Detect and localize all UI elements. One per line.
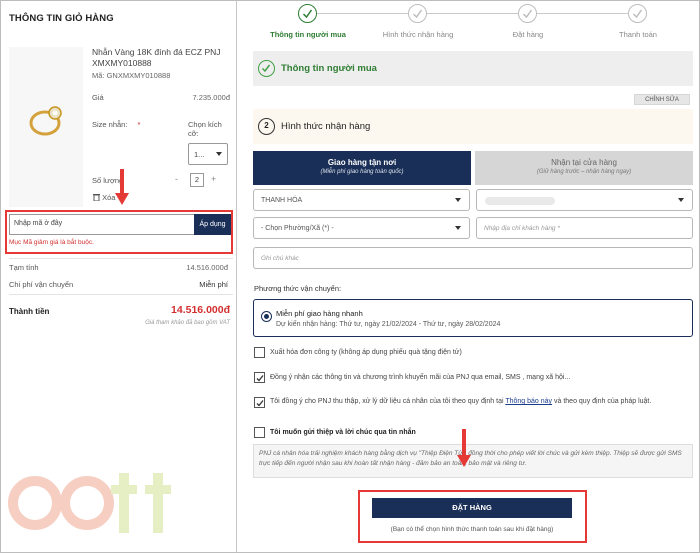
price-value: 7.235.000đ <box>192 93 230 102</box>
divider <box>9 258 233 259</box>
step-connector <box>427 13 528 14</box>
privacy-checkbox[interactable] <box>254 397 265 408</box>
check-icon <box>261 64 271 73</box>
step-1-label[interactable]: Thông tin người mua <box>263 30 353 39</box>
buyer-done-badge <box>258 60 275 77</box>
ward-value: - Chọn Phường/Xã (*) - <box>261 225 334 232</box>
qty-input[interactable]: 2 <box>190 173 204 187</box>
subtotal-value: 14.516.000đ <box>186 263 228 272</box>
coupon-input[interactable]: Nhập mã ở đây <box>9 214 195 235</box>
product-name[interactable]: Nhẫn Vàng 18K đính đá ECZ PNJ XMXMY01088… <box>92 47 232 69</box>
gott-watermark <box>8 473 171 533</box>
size-label-text: Size nhẫn: <box>92 120 128 129</box>
promo-checkbox[interactable] <box>254 372 265 383</box>
price-label: Giá <box>92 93 104 102</box>
product-image[interactable] <box>9 47 83 207</box>
buyer-info-section[interactable]: Thông tin người mua <box>253 51 693 86</box>
delivery-section-title: Hình thức nhận hàng <box>281 121 371 132</box>
coupon-error: Mục Mã giảm giá là bắt buộc. <box>9 239 94 246</box>
ward-select[interactable]: - Chọn Phường/Xã (*) - <box>253 217 470 239</box>
check-icon <box>412 9 423 19</box>
qty-minus-button[interactable]: - <box>175 174 178 184</box>
qty-plus-button[interactable]: + <box>211 174 216 184</box>
tab-home-title: Giao hàng tận nơi <box>327 158 397 167</box>
total-label: Thành tiền <box>9 307 50 316</box>
province-value: THANH HÓA <box>261 197 303 204</box>
step-1-circle[interactable] <box>298 4 317 23</box>
size-required-mark: * <box>137 120 141 129</box>
shipping-option-name: Miễn phí giao hàng nhanh <box>276 309 363 318</box>
check-icon <box>522 9 533 19</box>
checkout-stepper: Thông tin người mua Hình thức nhận hàng … <box>238 1 699 43</box>
step-2-label[interactable]: Hình thức nhận hàng <box>373 30 463 39</box>
province-select[interactable]: THANH HÓA <box>253 189 470 211</box>
step-4-circle[interactable] <box>628 4 647 23</box>
delete-label: Xóa <box>102 193 116 202</box>
buyer-section-title: Thông tin người mua <box>281 63 377 74</box>
check-icon <box>302 9 313 19</box>
step-4-label[interactable]: Thanh toán <box>593 30 683 39</box>
shipping-fee-value: Miễn phí <box>199 280 228 289</box>
delivery-step-number: 2 <box>258 118 275 135</box>
check-icon <box>632 9 643 19</box>
shipping-option-date: Dự kiến nhận hàng: Thứ tư, ngày 21/02/20… <box>276 321 501 328</box>
tab-store-subtitle: (Giữ hàng trước – nhận hàng ngay) <box>536 169 632 175</box>
cart-title: THÔNG TIN GIỎ HÀNG <box>9 13 114 24</box>
shipping-radio[interactable] <box>261 311 272 322</box>
down-arrow-annotation <box>115 169 129 205</box>
step-3-circle[interactable] <box>518 4 537 23</box>
tab-store-title: Nhận tại cửa hàng <box>551 158 617 167</box>
address-input[interactable]: Nhập địa chỉ khách hàng * <box>476 217 693 239</box>
apply-coupon-button[interactable]: Áp dụng <box>194 214 231 235</box>
step-3-label[interactable]: Đặt hàng <box>483 30 573 39</box>
size-select[interactable]: 1... <box>188 143 228 165</box>
size-label: Size nhẫn: * <box>92 120 140 129</box>
cart-panel: THÔNG TIN GIỎ HÀNG Nhẫn Vàng 18K đính đá… <box>1 1 237 552</box>
step-connector <box>317 13 418 14</box>
ring-product-image <box>29 106 62 136</box>
privacy-text: Tôi đồng ý cho PNJ thu thập, xử lý dữ li… <box>270 398 504 405</box>
invoice-label: Xuất hóa đơn công ty (không áp dụng phiế… <box>270 349 462 356</box>
invoice-checkbox[interactable] <box>254 347 265 358</box>
promo-label: Đồng ý nhận các thông tin và chương trìn… <box>270 374 571 381</box>
shipping-option[interactable]: Miễn phí giao hàng nhanh Dự kiến nhận hà… <box>253 299 693 337</box>
tab-home-delivery[interactable]: Giao hàng tận nơi (Miễn phí giao hàng to… <box>253 151 471 185</box>
trash-icon <box>93 194 100 202</box>
subtotal-label: Tạm tính <box>9 263 39 272</box>
step-connector <box>537 13 628 14</box>
tab-home-subtitle: (Miễn phí giao hàng toàn quốc) <box>320 169 404 175</box>
check-icon <box>256 375 264 382</box>
step-2-circle[interactable] <box>408 4 427 23</box>
vat-note: Giá tham khảo đã bao gồm VAT <box>145 320 230 326</box>
product-sku: Mã: GNXMXMY010888 <box>92 71 171 80</box>
note-input[interactable]: Ghi chú khác <box>253 247 693 269</box>
shipping-fee-label: Chi phí vận chuyển <box>9 280 74 289</box>
total-value: 14.516.000đ <box>171 304 230 316</box>
edit-buyer-button[interactable]: CHỈNH SỬA <box>634 94 690 105</box>
chevron-down-icon <box>455 198 461 202</box>
privacy-label: Tôi đồng ý cho PNJ thu thập, xử lý dữ li… <box>270 397 690 407</box>
order-note: (Bạn có thể chọn hình thức thanh toán sa… <box>390 526 554 533</box>
checkout-panel: Thông tin người mua Hình thức nhận hàng … <box>238 1 699 552</box>
greeting-label: Tôi muốn gửi thiệp và lời chúc qua tin n… <box>270 429 416 436</box>
chevron-down-icon <box>455 226 461 230</box>
privacy-notice-link[interactable]: Thông báo này <box>505 398 552 405</box>
district-value-redacted <box>485 197 555 205</box>
size-hint: Chọn kích cỡ: <box>188 120 222 138</box>
place-order-button[interactable]: ĐẶT HÀNG <box>372 498 572 518</box>
delete-button[interactable]: Xóa <box>93 193 115 202</box>
check-icon <box>256 400 264 407</box>
privacy-text-end: và theo quy định của pháp luật. <box>554 398 652 405</box>
divider <box>9 294 233 295</box>
chevron-down-icon <box>216 152 222 156</box>
greeting-checkbox[interactable] <box>254 427 265 438</box>
down-arrow-annotation <box>457 429 471 467</box>
greeting-note: PNJ cá nhân hóa trải nghiệm khách hàng b… <box>253 444 693 478</box>
size-select-value: 1... <box>194 150 205 159</box>
delivery-section: 2 Hình thức nhận hàng <box>253 109 693 144</box>
chevron-down-icon <box>678 198 684 202</box>
tab-store-pickup[interactable]: Nhận tại cửa hàng (Giữ hàng trước – nhận… <box>475 151 693 185</box>
district-select[interactable] <box>476 189 693 211</box>
shipping-method-title: Phương thức vận chuyển: <box>254 284 342 293</box>
